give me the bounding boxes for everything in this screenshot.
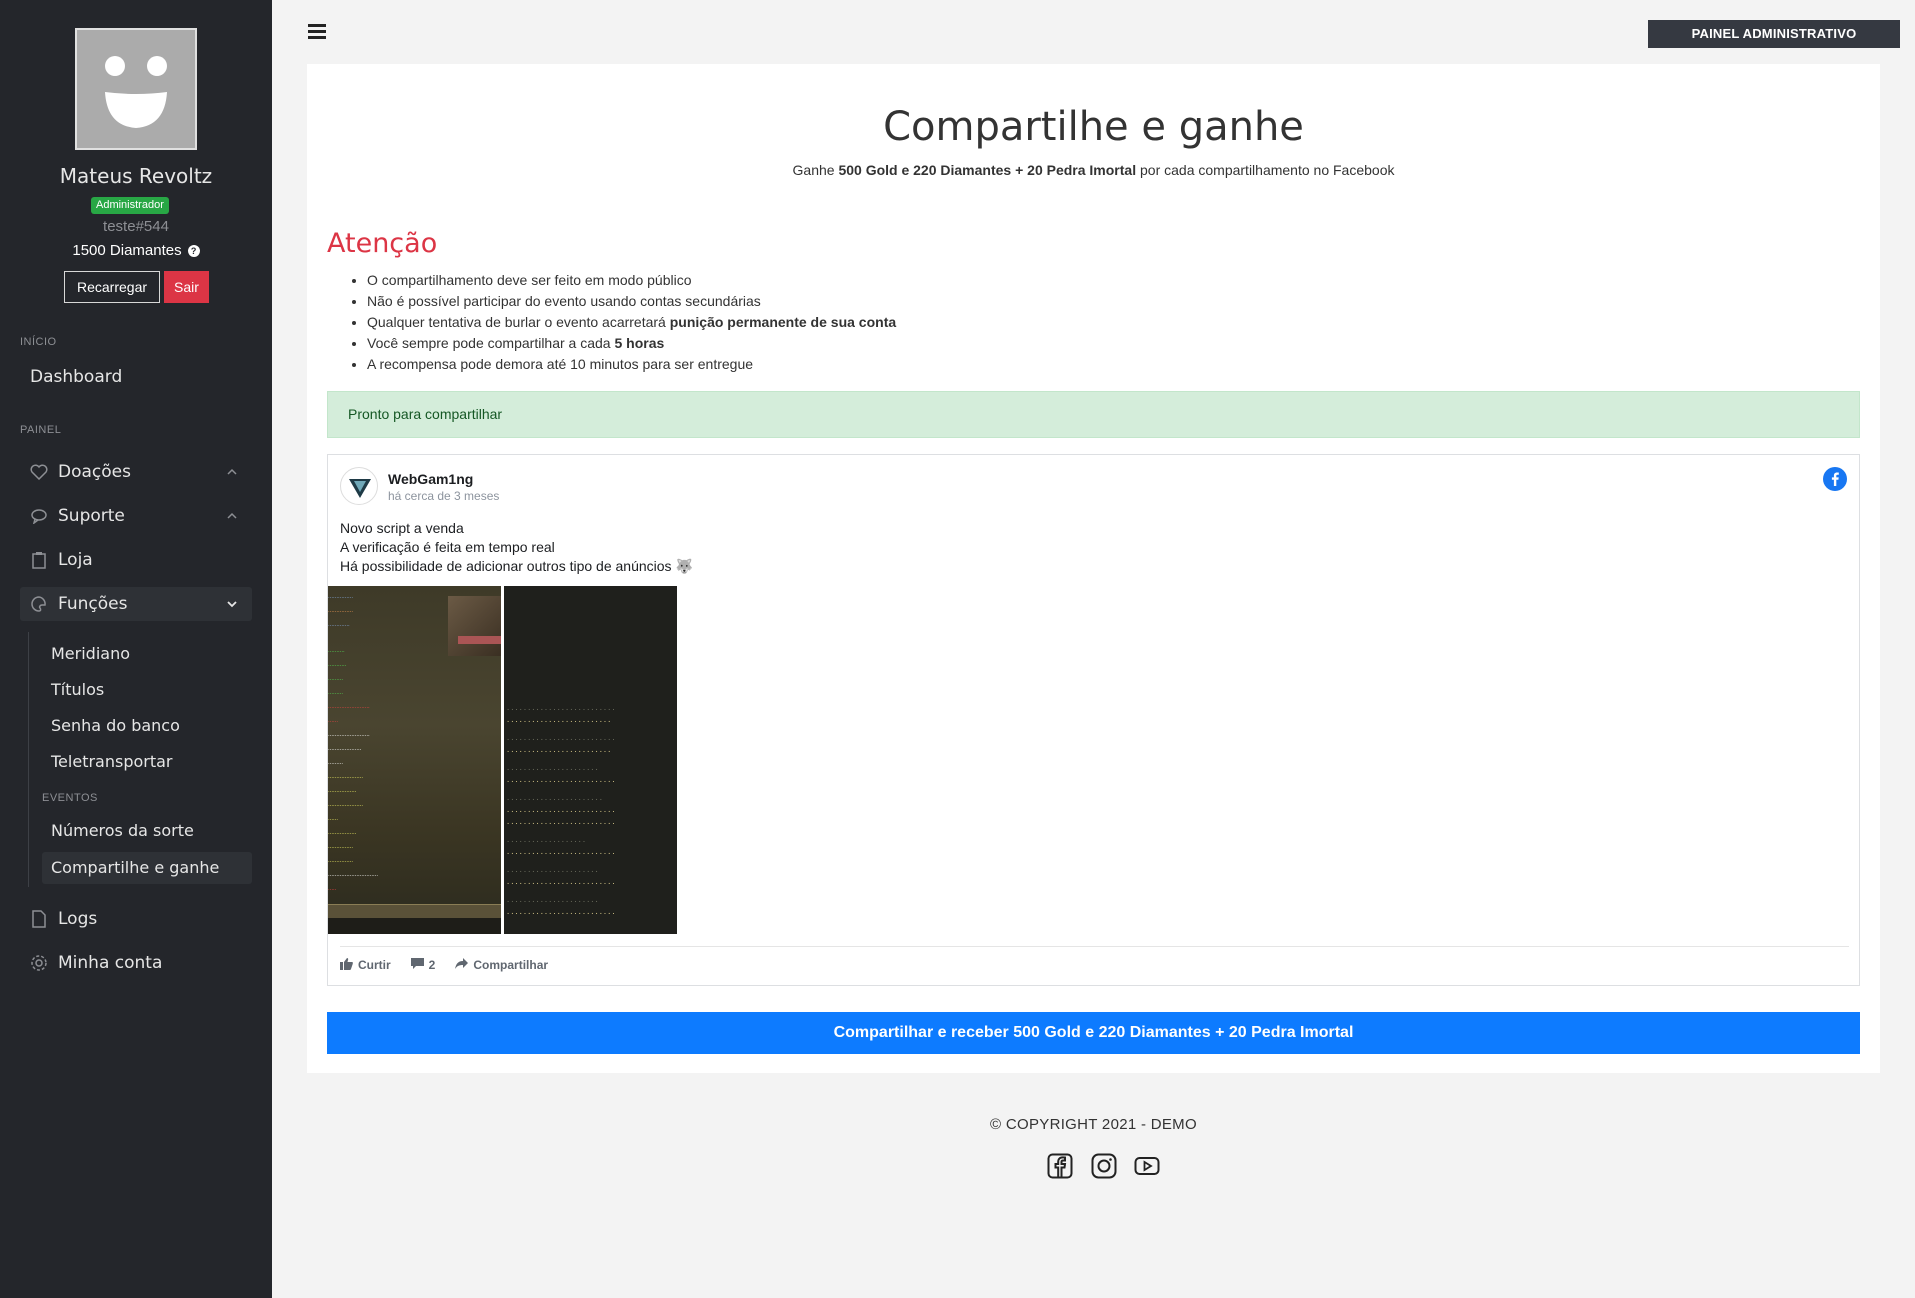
- rule-item: Você sempre pode compartilhar a cada 5 h…: [367, 333, 896, 354]
- rule-text: Você sempre pode compartilhar a cada: [367, 335, 615, 351]
- diamond-balance-label: 1500 Diamantes: [72, 242, 182, 259]
- sidebar-subitem-titulos[interactable]: Títulos: [42, 674, 252, 706]
- post-line: Novo script a venda: [340, 520, 464, 536]
- chevron-up-icon: [226, 463, 238, 483]
- menu-toggle-icon[interactable]: [308, 24, 326, 40]
- profile-name: Mateus Revoltz: [59, 164, 213, 188]
- sidebar-subitem-compartilhe-e-ganhe[interactable]: Compartilhe e ganhe: [42, 852, 252, 884]
- admin-panel-button[interactable]: PAINEL ADMINISTRATIVO: [1648, 20, 1900, 48]
- sidebar-subitem-meridiano[interactable]: Meridiano: [42, 638, 252, 670]
- sidebar-item-label: Funções: [58, 594, 128, 614]
- instagram-icon[interactable]: [1091, 1153, 1117, 1179]
- rule-item: Qualquer tentativa de burlar o evento ac…: [367, 312, 896, 333]
- sidebar: Mateus Revoltz Administrador teste#544 1…: [0, 0, 272, 1298]
- avatar: [75, 28, 197, 150]
- page-title: Compartilhe e ganhe: [883, 104, 1304, 150]
- clipboard-icon: [28, 550, 50, 570]
- sidebar-item-logs[interactable]: Logs: [20, 902, 252, 936]
- main-card: Compartilhe e ganhe Ganhe 500 Gold e 220…: [307, 64, 1880, 1073]
- post-image-game-chat[interactable]: ............... ............... ........…: [328, 586, 501, 934]
- sidebar-item-doacoes[interactable]: Doações: [20, 455, 252, 489]
- facebook-icon[interactable]: [1047, 1153, 1073, 1179]
- sidebar-subitem-teletransportar[interactable]: Teletransportar: [42, 746, 252, 778]
- sidebar-item-dashboard[interactable]: Dashboard: [20, 360, 252, 394]
- post-author-name[interactable]: WebGam1ng: [388, 471, 473, 487]
- rule-bold: punição permanente de sua conta: [669, 314, 897, 330]
- rule-item: Não é possível participar do evento usan…: [367, 291, 896, 312]
- sidebar-item-label: Doações: [58, 462, 131, 482]
- subtitle-suffix: por cada compartilhamento no Facebook: [1136, 162, 1395, 178]
- sidebar-item-label: Dashboard: [30, 367, 123, 387]
- section-label-inicio: INÍCIO: [20, 336, 57, 348]
- post-line: Há possibilidade de adicionar outros tip…: [340, 558, 693, 574]
- profile-tag: teste#544: [103, 218, 169, 235]
- sidebar-item-suporte[interactable]: Suporte: [20, 499, 252, 533]
- logout-button[interactable]: Sair: [164, 271, 209, 303]
- rule-text: O compartilhamento deve ser feito em mod…: [367, 272, 692, 288]
- subtitle-prefix: Ganhe: [792, 162, 839, 178]
- post-share-label: Compartilhar: [473, 958, 549, 972]
- thumbs-up-icon: [340, 957, 353, 973]
- post-line: A verificação é feita em tempo real: [340, 539, 555, 555]
- chevron-up-icon: [226, 507, 238, 527]
- facebook-icon[interactable]: [1823, 467, 1847, 491]
- diamond-balance: 1500 Diamantes?: [0, 242, 272, 259]
- sidebar-subitem-senha-do-banco[interactable]: Senha do banco: [42, 710, 252, 742]
- subtitle-reward: 500 Gold e 220 Diamantes + 20 Pedra Imor…: [838, 162, 1137, 178]
- post-text: Novo script a venda A verificação é feit…: [340, 519, 693, 576]
- section-label-eventos: EVENTOS: [42, 792, 98, 804]
- post-actions: Curtir 2 Compartilhar: [340, 957, 548, 973]
- sidebar-subitem-numeros-da-sorte[interactable]: Números da sorte: [42, 815, 252, 847]
- facebook-post-embed[interactable]: WebGam1ng há cerca de 3 meses Novo scrip…: [327, 454, 1860, 986]
- like-button[interactable]: Curtir: [340, 957, 391, 973]
- rule-text: Qualquer tentativa de burlar o evento ac…: [367, 314, 670, 330]
- gear-icon: [28, 953, 50, 973]
- post-share-button[interactable]: Compartilhar: [455, 958, 548, 972]
- reload-button[interactable]: Recarregar: [64, 271, 160, 303]
- rule-item: A recompensa pode demora até 10 minutos …: [367, 354, 896, 375]
- share-arrow-icon: [455, 958, 469, 972]
- chat-icon: [28, 506, 50, 526]
- file-icon: [28, 909, 50, 929]
- share-and-receive-button[interactable]: Compartilhar e receber 500 Gold e 220 Di…: [327, 1012, 1860, 1054]
- sidebar-item-loja[interactable]: Loja: [20, 543, 252, 577]
- rule-item: O compartilhamento deve ser feito em mod…: [367, 270, 896, 291]
- attention-heading: Atenção: [327, 228, 438, 259]
- submenu-guide-line: [28, 632, 29, 887]
- role-badge: Administrador: [91, 197, 169, 214]
- section-label-painel: PAINEL: [20, 424, 62, 436]
- rule-bold: 5 horas: [614, 335, 665, 351]
- post-divider: [340, 946, 1849, 947]
- post-author-avatar[interactable]: [340, 467, 378, 505]
- heart-icon: [28, 462, 50, 482]
- status-alert: Pronto para compartilhar: [327, 391, 1860, 438]
- sidebar-item-label: Logs: [58, 909, 98, 929]
- help-icon[interactable]: ?: [187, 245, 200, 257]
- palette-icon: [28, 594, 50, 614]
- page-subtitle: Ganhe 500 Gold e 220 Diamantes + 20 Pedr…: [307, 162, 1880, 178]
- like-label: Curtir: [358, 958, 391, 972]
- sidebar-item-label: Suporte: [58, 506, 125, 526]
- comments-count: 2: [428, 958, 436, 972]
- rule-text: Não é possível participar do evento usan…: [367, 293, 761, 309]
- sidebar-item-funcoes[interactable]: Funções: [20, 587, 252, 621]
- sidebar-item-minha-conta[interactable]: Minha conta: [20, 946, 252, 980]
- youtube-icon[interactable]: [1134, 1153, 1160, 1179]
- rules-list: O compartilhamento deve ser feito em mod…: [367, 270, 896, 375]
- comment-icon: [410, 957, 424, 973]
- chevron-down-icon: [226, 595, 238, 615]
- copyright-text: © COPYRIGHT 2021 - DEMO: [990, 1116, 1197, 1133]
- comments-button[interactable]: 2: [410, 957, 436, 973]
- rule-text: A recompensa pode demora até 10 minutos …: [367, 356, 754, 372]
- post-timestamp[interactable]: há cerca de 3 meses: [388, 489, 499, 503]
- sidebar-item-label: Loja: [58, 550, 93, 570]
- sidebar-item-label: Minha conta: [58, 953, 163, 973]
- post-image-code[interactable]: .......................... .............…: [504, 586, 677, 934]
